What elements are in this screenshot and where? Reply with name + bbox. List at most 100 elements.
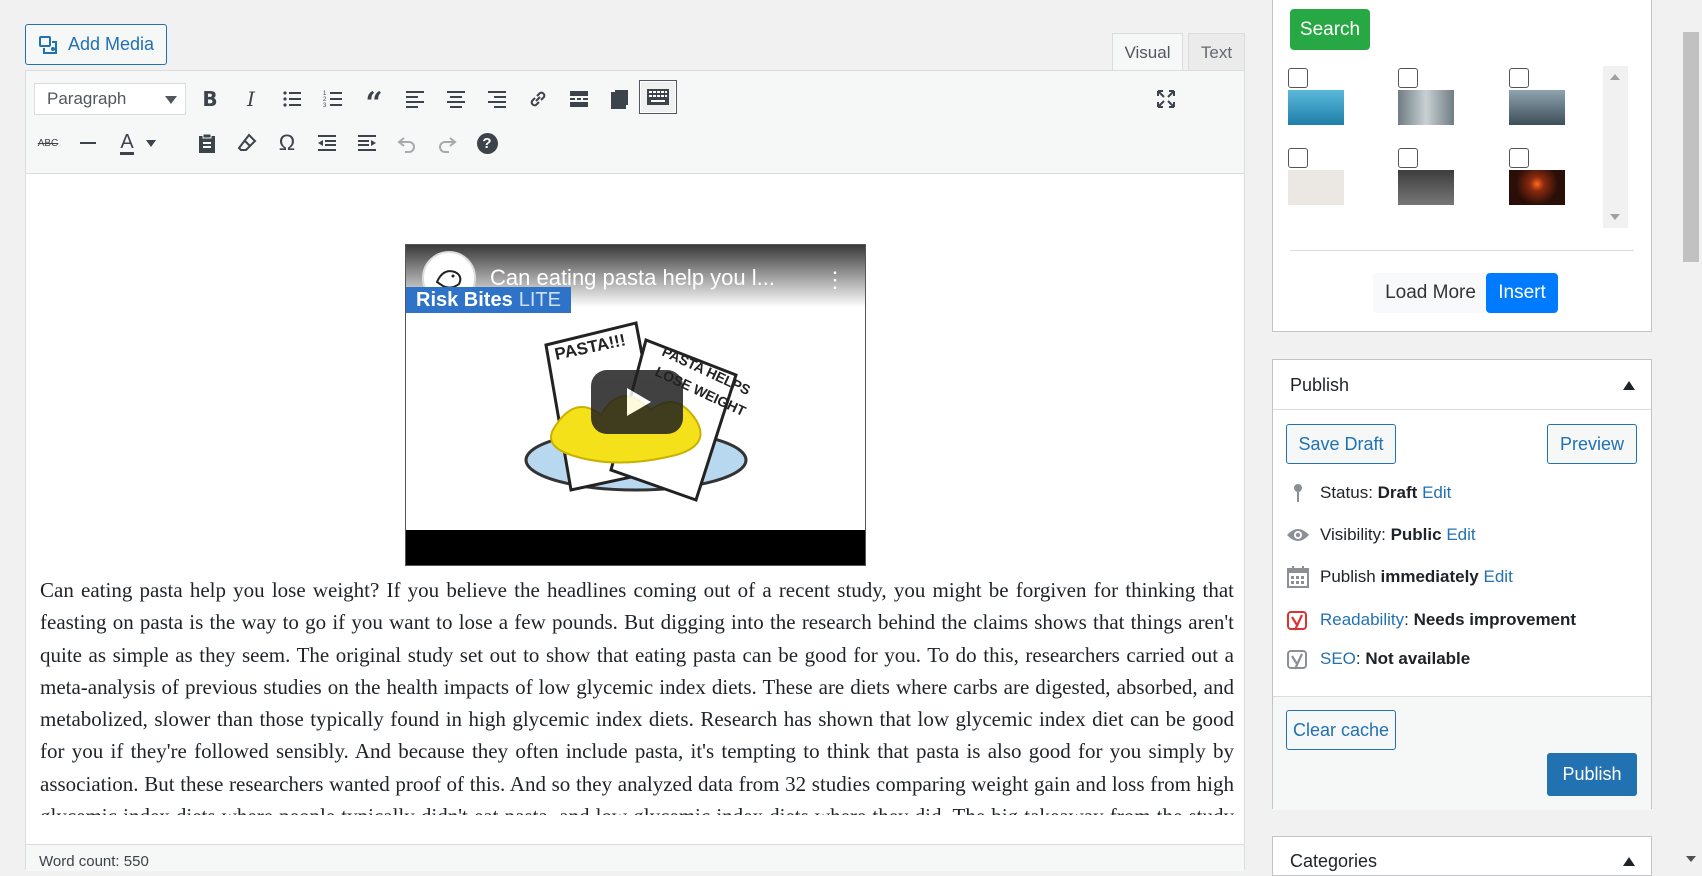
page-scrollbar[interactable] [1680, 0, 1702, 870]
clear-cache-button[interactable]: Clear cache [1286, 710, 1396, 750]
read-more-button[interactable] [563, 83, 595, 115]
thumb-sunset [1509, 170, 1565, 205]
keyboard-shortcuts-button[interactable] [639, 80, 677, 114]
preview-button[interactable]: Preview [1547, 424, 1637, 464]
editor-container: Paragraph B I 123 “ ABC A Ω ? PASTA!!! P… [25, 70, 1245, 871]
edit-visibility-link[interactable]: Edit [1446, 525, 1475, 544]
tab-visual-label: Visual [1124, 42, 1171, 62]
collapse-arrow-icon[interactable] [1623, 381, 1635, 390]
align-center-button[interactable] [440, 83, 472, 115]
scroll-down-icon[interactable] [1686, 856, 1696, 862]
horizontal-line-icon [80, 142, 96, 144]
categories-panel[interactable]: Categories [1272, 836, 1652, 876]
align-left-button[interactable] [399, 83, 431, 115]
italic-button[interactable]: I [235, 83, 267, 115]
indent-button[interactable] [351, 127, 383, 159]
readability-row: Readability: Needs improvement [1286, 608, 1576, 632]
save-draft-button[interactable]: Save Draft [1286, 424, 1396, 464]
editor-status-bar: Word count: 550 [26, 844, 1244, 871]
seo-row: SEO: Not available [1286, 647, 1470, 671]
media-item[interactable] [1509, 148, 1569, 205]
toolbar-toggle-button[interactable] [604, 83, 636, 115]
editor-toolbar: Paragraph B I 123 “ ABC A Ω ? [26, 71, 1244, 174]
media-item[interactable] [1509, 68, 1569, 125]
load-more-button[interactable]: Load More [1373, 273, 1488, 313]
bullet-list-button[interactable] [276, 83, 308, 115]
post-body-text[interactable]: Can eating pasta help you lose weight? I… [40, 574, 1234, 815]
publish-date-text: Publish immediately Edit [1320, 567, 1513, 586]
publish-actions: Clear cache Publish [1273, 696, 1651, 810]
help-icon: ? [476, 132, 498, 154]
media-item[interactable] [1398, 68, 1458, 125]
divider [1290, 250, 1634, 251]
yoast-seo-icon [1286, 647, 1310, 671]
horizontal-line-button[interactable] [72, 127, 104, 159]
paste-text-button[interactable] [191, 127, 223, 159]
scroll-down-icon[interactable] [1610, 214, 1620, 220]
bold-icon: B [202, 87, 218, 111]
media-item[interactable] [1288, 148, 1348, 205]
text-color-button[interactable]: A [112, 127, 164, 159]
word-count: Word count: 550 [39, 853, 149, 870]
media-checkbox[interactable] [1509, 148, 1529, 168]
load-more-label: Load More [1385, 282, 1476, 303]
media-picker-panel: Search Load More Insert [1272, 0, 1652, 332]
chevron-down-icon [145, 139, 156, 147]
clear-formatting-button[interactable] [231, 127, 263, 159]
align-left-icon [406, 91, 424, 108]
align-right-button[interactable] [481, 83, 513, 115]
publish-date-row: Publish immediately Edit [1286, 565, 1513, 589]
help-button[interactable]: ? [471, 127, 503, 159]
insert-button[interactable]: Insert [1486, 273, 1558, 313]
blockquote-button[interactable]: “ [358, 83, 390, 119]
special-character-button[interactable]: Ω [271, 127, 303, 159]
format-select[interactable]: Paragraph [34, 83, 186, 115]
thumb-wedding [1398, 90, 1454, 125]
media-checkbox[interactable] [1288, 148, 1308, 168]
outdent-button[interactable] [311, 127, 343, 159]
edit-publish-date-link[interactable]: Edit [1484, 567, 1513, 586]
editor-content[interactable]: PASTA!!! PASTA HELPS LOSE WEIGHT Can eat… [26, 174, 1244, 815]
edit-status-link[interactable]: Edit [1422, 483, 1451, 502]
tab-visual[interactable]: Visual [1112, 33, 1183, 71]
strikethrough-button[interactable]: ABC [32, 127, 64, 159]
media-checkbox[interactable] [1509, 68, 1529, 88]
readability-link[interactable]: Readability [1320, 610, 1404, 629]
insert-link-button[interactable] [522, 83, 554, 115]
calendar-icon [1286, 565, 1310, 589]
publish-button[interactable]: Publish [1547, 753, 1637, 796]
publish-panel-header[interactable]: Publish [1273, 360, 1651, 410]
play-button[interactable] [591, 370, 683, 434]
tab-text[interactable]: Text [1188, 33, 1245, 71]
special-character-icon: Ω [278, 130, 296, 155]
media-checkbox[interactable] [1398, 148, 1418, 168]
add-media-label: Add Media [68, 34, 155, 54]
outdent-icon [318, 135, 336, 151]
bold-button[interactable]: B [194, 83, 226, 115]
embedded-video[interactable]: PASTA!!! PASTA HELPS LOSE WEIGHT Can eat… [405, 244, 866, 566]
media-scrollbar[interactable] [1603, 66, 1628, 228]
publish-panel-title: Publish [1290, 375, 1350, 395]
add-media-button[interactable]: Add Media [25, 24, 167, 65]
seo-link[interactable]: SEO [1320, 649, 1356, 668]
redo-button[interactable] [431, 127, 463, 159]
numbered-list-button[interactable]: 123 [317, 83, 349, 115]
video-brand-badge: Risk Bites LITE [406, 287, 571, 313]
scrollbar-thumb[interactable] [1683, 32, 1699, 262]
tab-text-label: Text [1200, 42, 1233, 62]
media-checkbox[interactable] [1398, 68, 1418, 88]
keyboard-icon [647, 89, 669, 105]
thumb-man-coast [1509, 90, 1565, 125]
collapse-arrow-icon[interactable] [1623, 857, 1635, 866]
thumb-hotel-room [1288, 90, 1344, 125]
undo-button[interactable] [391, 127, 423, 159]
svg-text:3: 3 [323, 103, 327, 109]
scroll-up-icon[interactable] [1610, 74, 1620, 80]
fullscreen-button[interactable] [1150, 83, 1182, 115]
video-menu-icon[interactable]: ⋮ [824, 267, 846, 293]
search-button[interactable]: Search [1290, 9, 1370, 50]
media-item[interactable] [1398, 148, 1458, 205]
clear-cache-label: Clear cache [1292, 719, 1390, 740]
media-checkbox[interactable] [1288, 68, 1308, 88]
media-item[interactable] [1288, 68, 1348, 125]
